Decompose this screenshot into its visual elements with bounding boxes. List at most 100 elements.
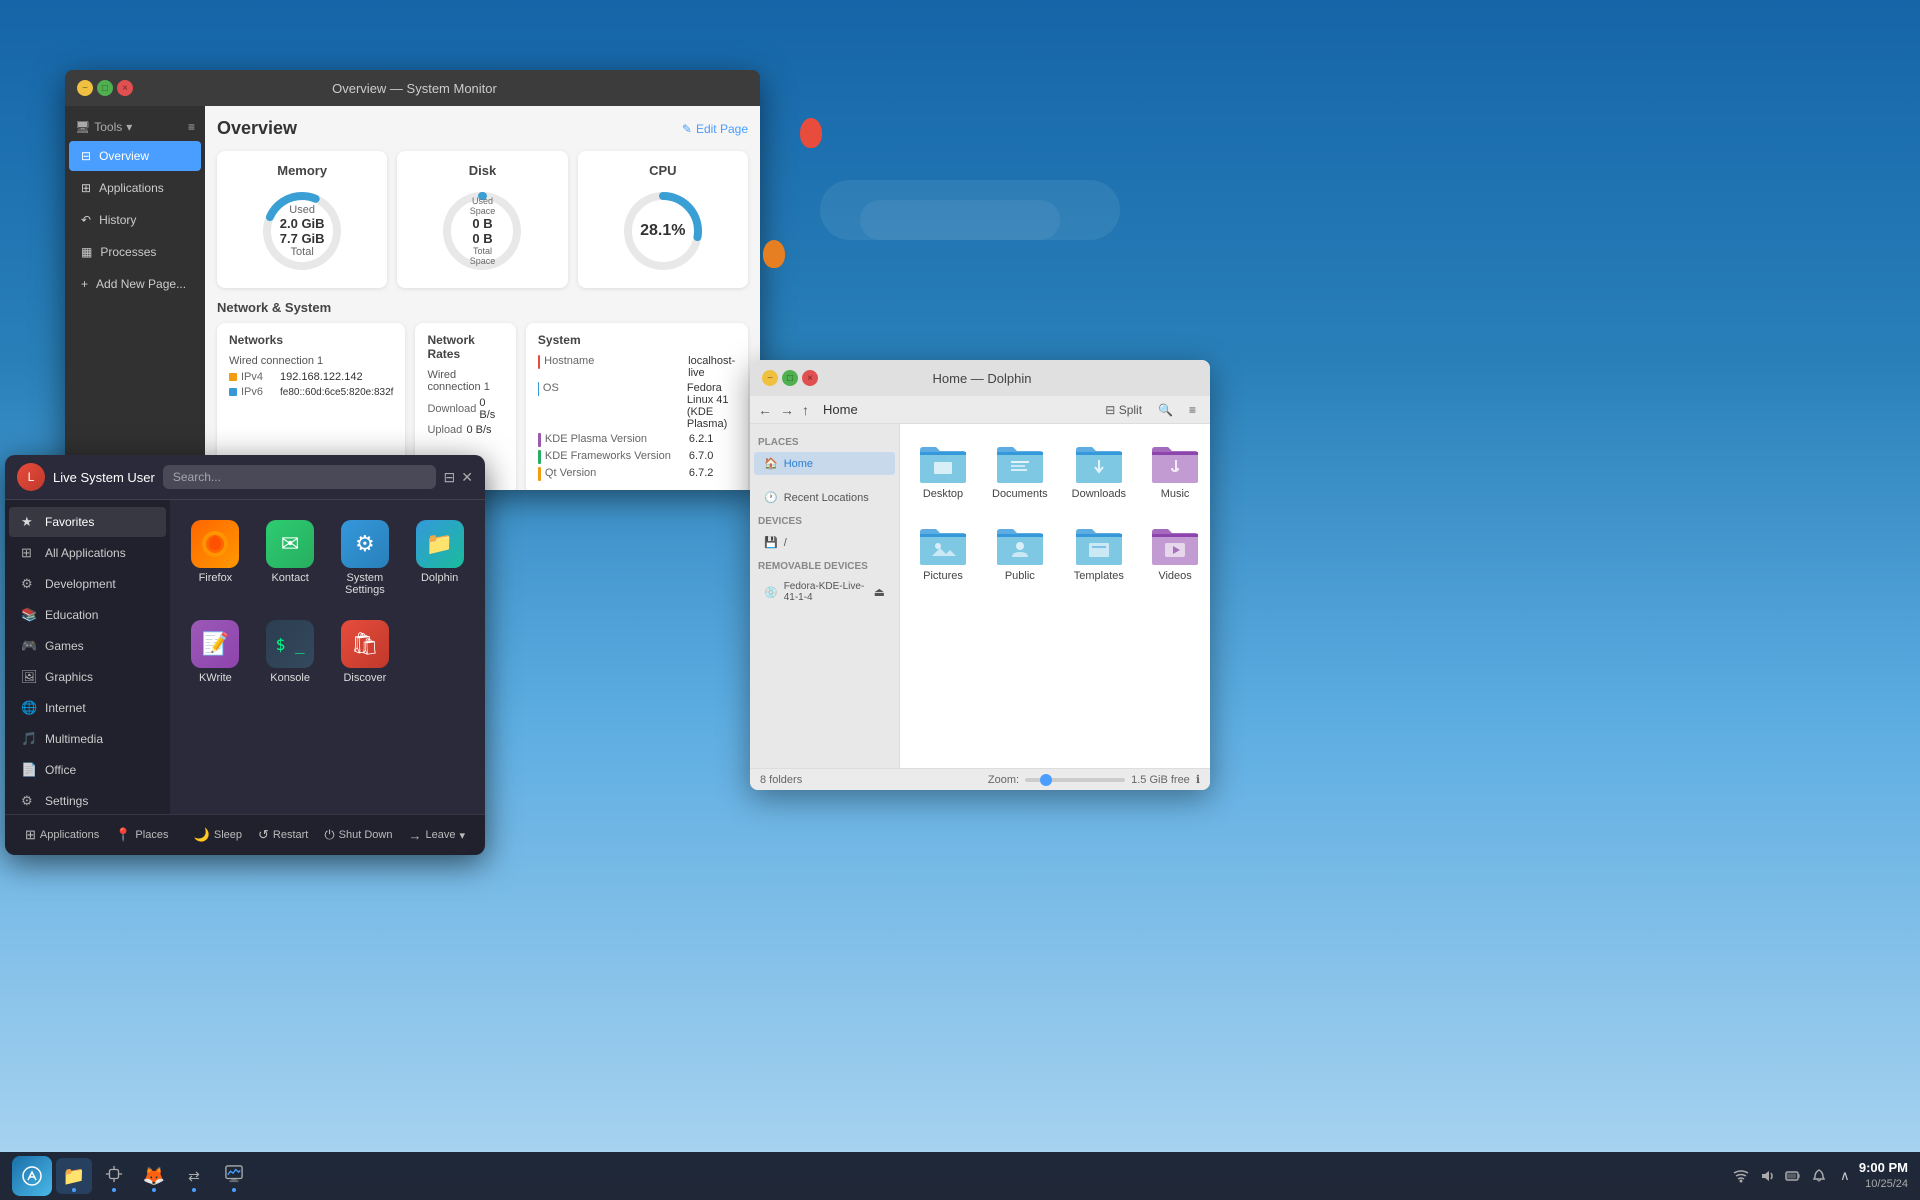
split-button[interactable]: ⊟ Split — [1099, 401, 1148, 419]
launcher-search-input[interactable] — [163, 465, 436, 489]
folder-desktop[interactable]: Desktop — [912, 436, 974, 506]
dolphin-sidebar: Places 🏠 Home 🕐 Recent Locations Devices… — [750, 424, 900, 768]
app-item-konsole[interactable]: $ _ Konsole — [257, 612, 324, 692]
footer-applications-button[interactable]: ⊞ Applications — [17, 823, 107, 847]
folder-music[interactable]: Music — [1144, 436, 1206, 506]
qt-value: 6.7.2 — [689, 467, 713, 481]
taskbar-app-switcher[interactable]: ⇄ — [176, 1158, 212, 1194]
minimize-button[interactable]: − — [77, 80, 93, 96]
dolphin-minimize-button[interactable]: − — [762, 370, 778, 386]
public-folder-icon — [995, 524, 1045, 566]
cat-development[interactable]: ⚙ Development — [9, 569, 166, 599]
hostname-row: Hostname localhost-live — [538, 355, 736, 379]
dolphin-menu-button[interactable]: ≡ — [1183, 401, 1202, 419]
close-button[interactable]: × — [117, 80, 133, 96]
app-item-system-settings[interactable]: ⚙ System Settings — [332, 512, 399, 604]
folder-documents[interactable]: Documents — [986, 436, 1054, 506]
firefox-icon-svg — [199, 528, 231, 560]
app-item-dolphin[interactable]: 📁 Dolphin — [406, 512, 473, 604]
tray-expand-icon[interactable]: ∧ — [1835, 1166, 1855, 1186]
zoom-label: Zoom: — [988, 774, 1019, 786]
taskbar-file-manager[interactable]: 📁 — [56, 1158, 92, 1194]
dolphin-close-button[interactable]: × — [802, 370, 818, 386]
zoom-slider-track[interactable] — [1025, 778, 1125, 782]
app-switcher-icon: ⇄ — [188, 1168, 200, 1185]
split-icon: ⊟ — [1105, 403, 1115, 417]
cat-office[interactable]: 📄 Office — [9, 755, 166, 785]
launcher-controls: ⊟ ✕ — [444, 469, 473, 486]
sm-sidebar: 🖥 Tools ▾ ≡ ⊟ Overview ⊞ Applications ↶ … — [65, 106, 205, 490]
dolphin-search-button[interactable]: 🔍 — [1152, 401, 1179, 419]
dolphin-icon-glyph: 📁 — [426, 531, 453, 557]
cat-internet[interactable]: 🌐 Internet — [9, 693, 166, 723]
zoom-controls: Zoom: 1.5 GiB free ℹ — [988, 773, 1200, 786]
sidebar-item-processes[interactable]: ▦ Processes — [69, 237, 201, 267]
disk-used-space-label: Used Space — [460, 196, 505, 216]
dolphin-back-button[interactable]: ← — [758, 402, 772, 418]
dolphin-forward-button[interactable]: → — [780, 402, 794, 418]
add-new-page-button[interactable]: + Add New Page... — [69, 269, 201, 299]
app-item-kontact[interactable]: ✉ Kontact — [257, 512, 324, 604]
dolphin-home-item[interactable]: 🏠 Home — [754, 452, 895, 475]
launcher-username: Live System User — [53, 470, 155, 485]
launcher-pin-button[interactable]: ✕ — [461, 469, 473, 486]
tools-button[interactable]: 🖥 Tools ▾ — [75, 120, 132, 134]
taskbar-launcher-button[interactable] — [12, 1156, 52, 1196]
dolphin-root-device[interactable]: 💾 / — [754, 531, 895, 554]
kde-frameworks-value: 6.7.0 — [689, 450, 713, 464]
maximize-button[interactable]: □ — [97, 80, 113, 96]
folder-public[interactable]: Public — [986, 518, 1054, 588]
public-svg — [995, 524, 1045, 566]
hamburger-menu[interactable]: ≡ — [188, 120, 195, 134]
tray-battery-icon[interactable] — [1783, 1166, 1803, 1186]
footer-leave-button[interactable]: → Leave ▾ — [400, 824, 473, 847]
app-item-firefox[interactable]: Firefox — [182, 512, 249, 604]
folder-videos[interactable]: Videos — [1144, 518, 1206, 588]
cat-graphics[interactable]: 🖼 Graphics — [9, 662, 166, 692]
dolphin-recent-locations[interactable]: 🕐 Recent Locations — [754, 486, 895, 509]
sidebar-item-overview[interactable]: ⊟ Overview — [69, 141, 201, 171]
footer-restart-button[interactable]: ↺ Restart — [250, 823, 316, 847]
footer-sleep-button[interactable]: 🌙 Sleep — [186, 823, 250, 847]
edit-page-button[interactable]: ✎ Edit Page — [682, 122, 748, 136]
cat-favorites[interactable]: ★ Favorites — [9, 507, 166, 537]
sidebar-item-applications[interactable]: ⊞ Applications — [69, 173, 201, 203]
tray-network-icon[interactable] — [1731, 1166, 1751, 1186]
sm-page-header: Overview ✎ Edit Page — [217, 118, 748, 139]
dolphin-up-button[interactable]: ↑ — [802, 402, 809, 418]
folder-downloads[interactable]: Downloads — [1066, 436, 1132, 506]
taskbar-system-monitor[interactable] — [216, 1158, 252, 1194]
dolphin-maximize-button[interactable]: □ — [782, 370, 798, 386]
folder-templates[interactable]: Templates — [1066, 518, 1132, 588]
footer-shutdown-button[interactable]: ⏻ Shut Down — [316, 823, 400, 847]
launcher-filter-button[interactable]: ⊟ — [444, 469, 456, 486]
os-label: OS — [543, 382, 683, 430]
taskbar: 📁 🦊 ⇄ — [0, 1152, 1920, 1200]
dolphin-removable-device[interactable]: 💿 Fedora-KDE-Live-41-1-4 ⏏ — [754, 576, 895, 608]
cat-multimedia[interactable]: 🎵 Multimedia — [9, 724, 166, 754]
system-info-card: System Hostname localhost-live OS Fedora… — [526, 323, 748, 490]
tray-audio-icon[interactable] — [1757, 1166, 1777, 1186]
zoom-slider-thumb[interactable] — [1040, 774, 1052, 786]
cat-games[interactable]: 🎮 Games — [9, 631, 166, 661]
discover-icon-glyph: 🛍 — [351, 631, 379, 657]
cat-all-applications[interactable]: ⊞ All Applications — [9, 538, 166, 568]
taskbar-firefox[interactable]: 🦊 — [136, 1158, 172, 1194]
sidebar-item-history[interactable]: ↶ History — [69, 205, 201, 235]
app-item-kwrite[interactable]: 📝 KWrite — [182, 612, 249, 692]
app-item-discover[interactable]: 🛍 Discover — [332, 612, 399, 692]
applications-footer-icon: ⊞ — [25, 827, 36, 843]
dolphin-titlebar-controls: − □ × — [762, 370, 818, 386]
all-apps-icon: ⊞ — [21, 545, 37, 561]
eject-icon[interactable]: ⏏ — [874, 585, 885, 599]
tray-notifications-icon[interactable] — [1809, 1166, 1829, 1186]
taskbar-clock[interactable]: 9:00 PM 10/25/24 — [1859, 1159, 1908, 1193]
system-monitor-titlebar: − □ × Overview — System Monitor — [65, 70, 760, 106]
cat-settings[interactable]: ⚙ Settings — [9, 786, 166, 814]
folder-pictures[interactable]: Pictures — [912, 518, 974, 588]
dolphin-window-title: Home — Dolphin — [818, 371, 1146, 386]
upload-value: 0 B/s — [466, 424, 491, 436]
taskbar-settings[interactable] — [96, 1158, 132, 1194]
footer-places-button[interactable]: 📍 Places — [107, 823, 176, 847]
cat-education[interactable]: 📚 Education — [9, 600, 166, 630]
